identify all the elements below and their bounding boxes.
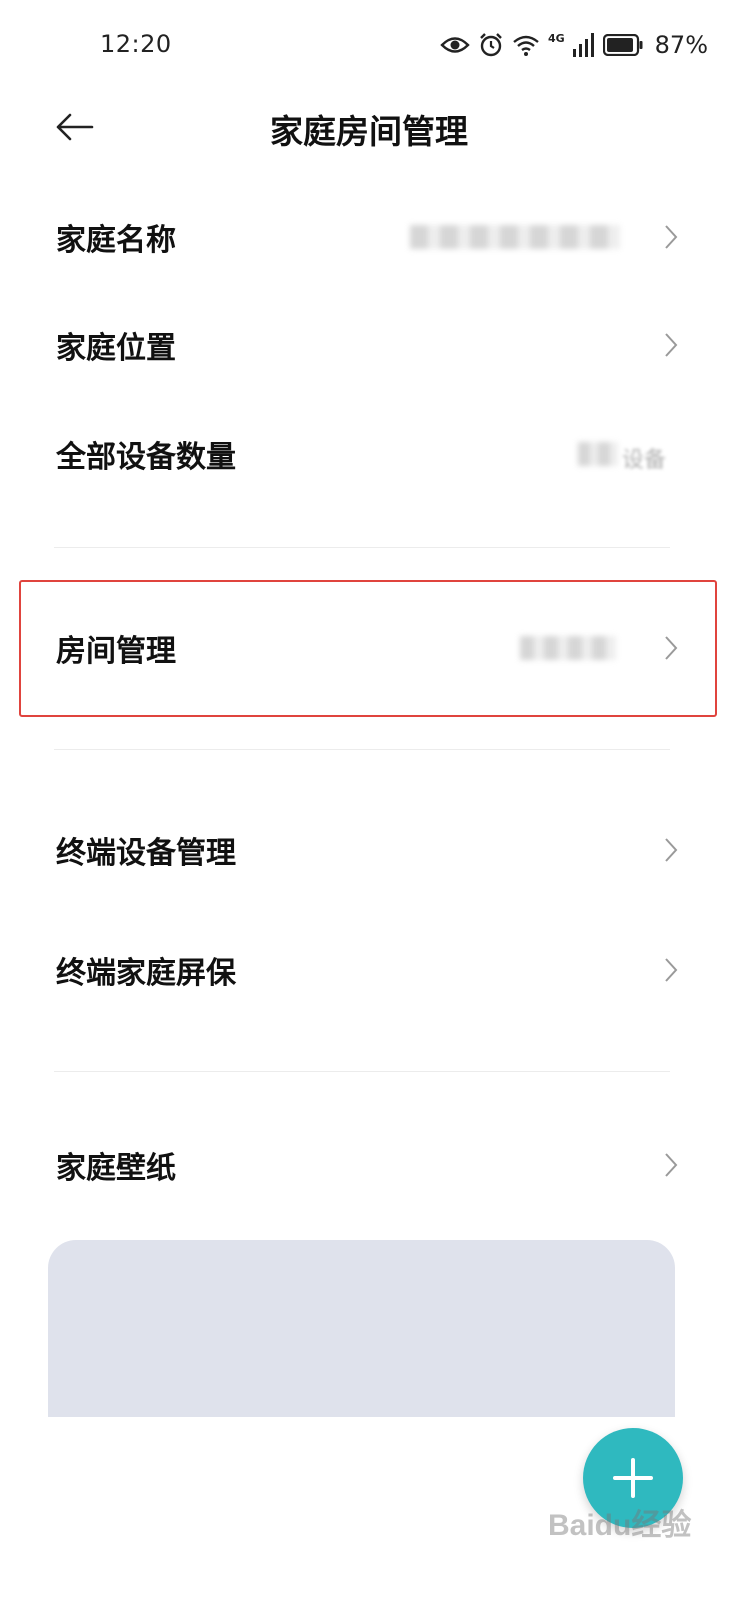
row-label: 终端家庭屏保 — [56, 956, 236, 991]
status-icons: 4G 87% — [440, 30, 708, 60]
chevron-right-icon — [665, 838, 678, 862]
divider — [54, 1071, 670, 1072]
blurred-value — [410, 225, 620, 249]
divider — [54, 547, 670, 548]
chevron-right-icon — [665, 333, 678, 357]
divider — [54, 749, 670, 750]
page-title: 家庭房间管理 — [270, 112, 468, 151]
row-terminal-device-management[interactable]: 终端设备管理 — [0, 800, 738, 900]
row-room-management[interactable]: 房间管理 — [0, 598, 738, 698]
blurred-value — [520, 636, 616, 660]
row-family-location[interactable]: 家庭位置 — [0, 295, 738, 395]
row-family-wallpaper[interactable]: 家庭壁纸 — [0, 1115, 738, 1215]
chevron-right-icon — [665, 225, 678, 249]
blurred-value — [578, 442, 618, 466]
row-label: 家庭壁纸 — [56, 1151, 176, 1186]
network-label: 4G — [547, 32, 565, 45]
chevron-right-icon — [665, 1153, 678, 1177]
signal-icon — [572, 33, 594, 57]
row-terminal-screensaver[interactable]: 终端家庭屏保 — [0, 920, 738, 1020]
alarm-icon — [480, 33, 502, 57]
watermark: Baidu经验 — [548, 1509, 692, 1542]
battery-percentage: 87% — [654, 31, 708, 59]
row-label: 家庭名称 — [56, 223, 176, 258]
chevron-right-icon — [665, 636, 678, 660]
status-time: 12:20 — [100, 30, 172, 58]
chevron-right-icon — [665, 958, 678, 982]
battery-icon — [602, 34, 643, 56]
eye-icon — [440, 37, 470, 53]
row-family-name[interactable]: 家庭名称 — [0, 187, 738, 287]
plus-icon — [613, 1458, 653, 1498]
wifi-icon — [513, 35, 539, 56]
row-label: 全部设备数量 — [56, 440, 236, 475]
device-count-value: 设备 — [622, 448, 667, 473]
row-label: 房间管理 — [56, 634, 176, 669]
row-device-count: 全部设备数量 设备 — [0, 404, 738, 504]
row-label: 家庭位置 — [56, 331, 176, 366]
row-label: 终端设备管理 — [56, 836, 236, 871]
wallpaper-preview-card[interactable] — [48, 1240, 675, 1417]
